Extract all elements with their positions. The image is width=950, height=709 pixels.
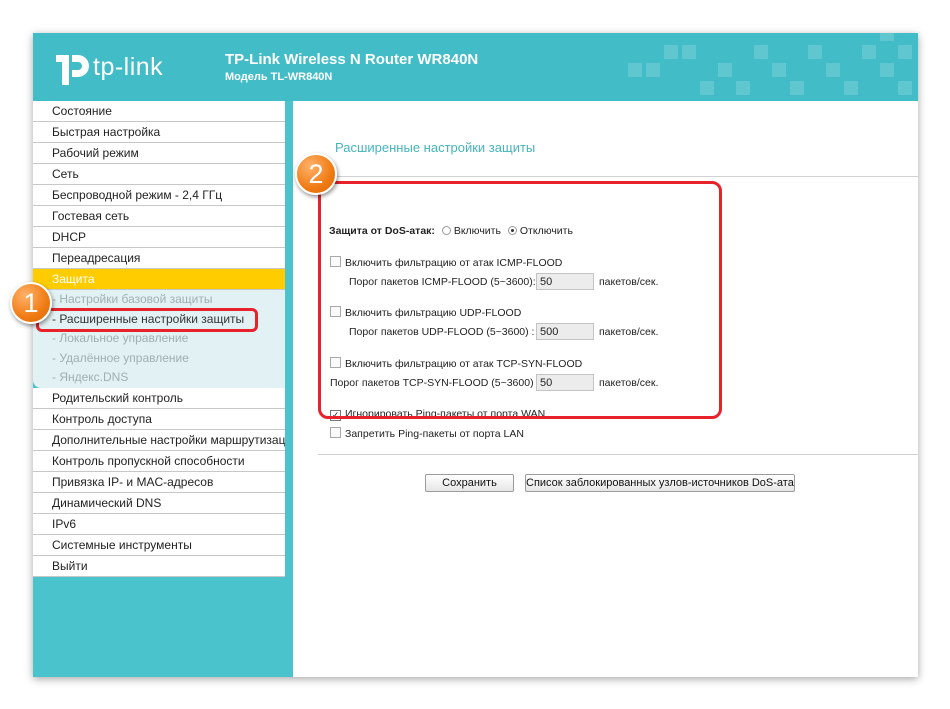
tp-link-logo: tp-link bbox=[51, 47, 171, 91]
sidebar-item-dynamic-dns[interactable]: Динамический DNS bbox=[33, 492, 285, 514]
sidebar-item-advanced-routing[interactable]: Дополнительные настройки маршрутизации bbox=[33, 429, 285, 451]
top-divider bbox=[318, 176, 918, 177]
security-submenu: - Настройки базовой защиты - Расширенные… bbox=[33, 290, 285, 388]
bottom-divider bbox=[318, 454, 918, 455]
settings-highlight-box bbox=[318, 181, 722, 419]
sidebar-item-forwarding[interactable]: Переадресация bbox=[33, 248, 285, 269]
blocked-hosts-list-button[interactable]: Список заблокированных узлов-источников … bbox=[525, 474, 795, 492]
submenu-yandex-dns[interactable]: - Яндекс.DNS bbox=[33, 368, 285, 388]
sidebar-item-operation-mode[interactable]: Рабочий режим bbox=[33, 143, 285, 164]
sidebar-item-logout[interactable]: Выйти bbox=[33, 555, 285, 577]
header: tp-link TP-Link Wireless N Router WR840N… bbox=[33, 33, 918, 101]
sidebar-item-wireless[interactable]: Беспроводной режим - 2,4 ГГц bbox=[33, 185, 285, 206]
sidebar-item-ipv6[interactable]: IPv6 bbox=[33, 513, 285, 535]
sidebar-item-ip-mac-binding[interactable]: Привязка IP- и MAC-адресов bbox=[33, 471, 285, 493]
sidebar-item-security[interactable]: Защита bbox=[33, 269, 285, 290]
router-model: Модель TL-WR840N bbox=[225, 71, 333, 83]
sidebar-item-status[interactable]: Состояние bbox=[33, 101, 285, 122]
tp-link-logo-icon bbox=[56, 55, 89, 85]
sidebar-item-dhcp[interactable]: DHCP bbox=[33, 227, 285, 248]
block-ping-lan-checkbox[interactable] bbox=[330, 427, 341, 438]
submenu-highlight-box bbox=[36, 308, 258, 332]
sidebar-item-network[interactable]: Сеть bbox=[33, 164, 285, 185]
step-badge-1: 1 bbox=[10, 282, 52, 324]
page-title: Расширенные настройки защиты bbox=[335, 140, 536, 155]
save-button[interactable]: Сохранить bbox=[425, 474, 514, 492]
sidebar-menu: Состояние Быстрая настройка Рабочий режи… bbox=[33, 101, 285, 677]
router-title: TP-Link Wireless N Router WR840N bbox=[225, 51, 479, 68]
sidebar-item-bandwidth-control[interactable]: Контроль пропускной способности bbox=[33, 450, 285, 472]
block-ping-lan-row: Запретить Ping-пакеты от порта LAN bbox=[330, 427, 524, 440]
header-decoration bbox=[628, 33, 912, 95]
step-badge-2: 2 bbox=[295, 153, 337, 195]
logo-text: tp-link bbox=[93, 53, 164, 81]
sidebar-item-access-control[interactable]: Контроль доступа bbox=[33, 408, 285, 430]
submenu-remote-management[interactable]: - Удалённое управление bbox=[33, 349, 285, 369]
block-ping-lan-label: Запретить Ping-пакеты от порта LAN bbox=[345, 428, 524, 440]
sidebar-item-parental-control[interactable]: Родительский контроль bbox=[33, 387, 285, 409]
sidebar-item-quick-setup[interactable]: Быстрая настройка bbox=[33, 122, 285, 143]
submenu-basic-security[interactable]: - Настройки базовой защиты bbox=[33, 290, 285, 310]
sidebar-item-system-tools[interactable]: Системные инструменты bbox=[33, 534, 285, 556]
sidebar-item-guest-network[interactable]: Гостевая сеть bbox=[33, 206, 285, 227]
